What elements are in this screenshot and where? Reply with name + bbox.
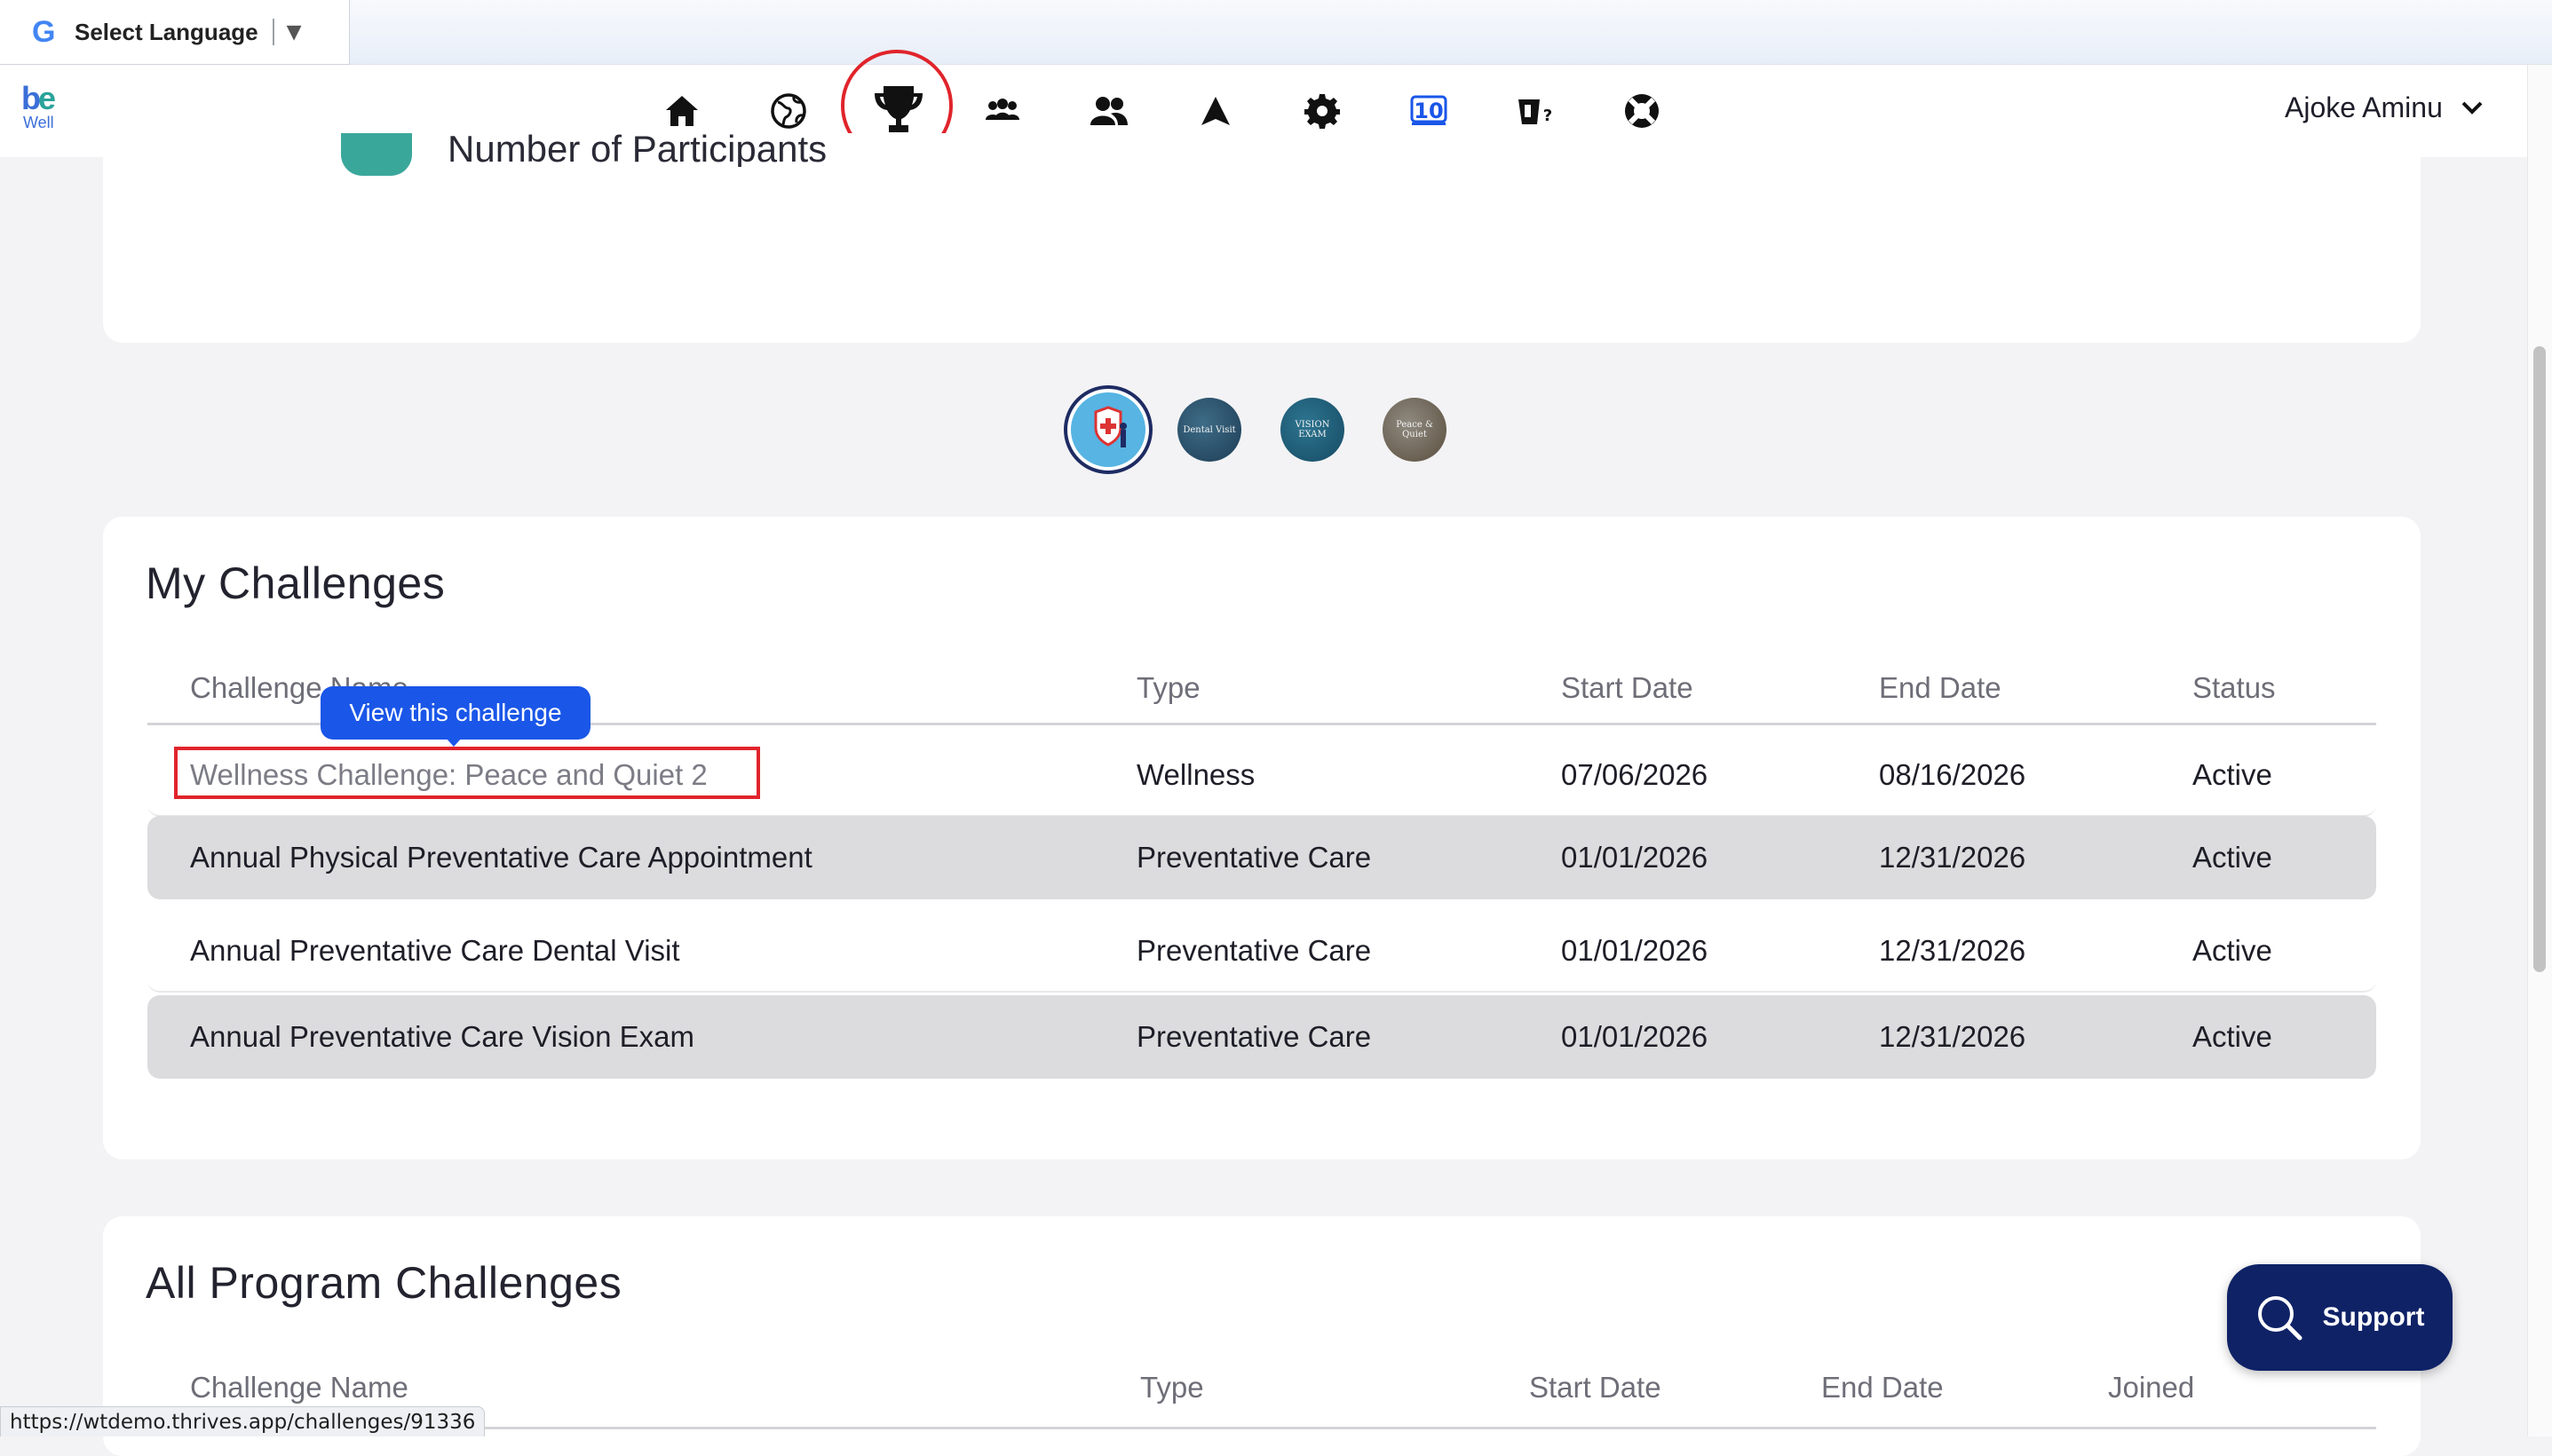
challenge-name-link[interactable]: Annual Preventative Care Vision Exam <box>190 995 694 1079</box>
challenge-type: Preventative Care <box>1137 1020 1372 1053</box>
challenge-end-date: 12/31/2026 <box>1879 934 2026 967</box>
health-shield-icon <box>1094 406 1127 447</box>
challenge-end-date: 12/31/2026 <box>1879 841 2026 874</box>
badge-label: Peace & Quiet <box>1396 420 1433 439</box>
column-header-start-date: Start Date <box>1529 1371 1661 1404</box>
challenge-status: Active <box>2192 758 2272 791</box>
bewell-logo[interactable]: be Well <box>21 83 67 141</box>
divider <box>272 19 274 45</box>
people-icon[interactable] <box>1084 86 1134 136</box>
support-label: Support <box>2322 1302 2425 1332</box>
support-button[interactable]: Support <box>2227 1264 2453 1371</box>
challenge-highlight-box <box>174 747 760 799</box>
gear-icon[interactable] <box>1297 86 1347 136</box>
challenge-type: Preventative Care <box>1137 841 1372 874</box>
table-row[interactable]: Annual Preventative Care Vision Exam Pre… <box>147 995 2376 1079</box>
dropdown-arrow-icon[interactable]: ▼ <box>287 21 302 44</box>
challenge-status: Active <box>2192 1020 2272 1053</box>
challenge-name-link[interactable]: Annual Preventative Care Dental Visit <box>190 909 680 993</box>
challenge-start-date: 01/01/2026 <box>1561 1020 1708 1053</box>
google-icon: G <box>32 14 56 49</box>
badge-health-shield[interactable] <box>1064 385 1153 474</box>
counter-10-icon[interactable]: 10 <box>1404 86 1454 136</box>
badge-label: Dental Visit <box>1183 424 1236 435</box>
language-select[interactable]: G Select Language ▼ <box>0 0 350 65</box>
challenge-name-link[interactable]: Annual Physical Preventative Care Appoin… <box>190 816 812 899</box>
language-select-label: Select Language <box>75 18 258 45</box>
badge-label: VISION EXAM <box>1295 420 1330 439</box>
logo-b: b <box>21 80 41 116</box>
challenge-type: Wellness <box>1137 758 1256 791</box>
status-bar-url: https://wtdemo.thrives.app/challenges/91… <box>0 1406 486 1436</box>
column-header-status: Status <box>2192 671 2276 704</box>
user-name: Ajoke Aminu <box>2285 91 2443 123</box>
svg-text:10: 10 <box>1414 99 1443 123</box>
column-header-start-date: Start Date <box>1561 671 1693 704</box>
challenge-end-date: 12/31/2026 <box>1879 1020 2026 1053</box>
groups-icon[interactable] <box>978 86 1027 136</box>
globe-icon[interactable] <box>764 86 813 136</box>
challenge-status: Active <box>2192 934 2272 967</box>
svg-text:?: ? <box>1543 107 1552 125</box>
participants-label: Number of Participants <box>448 131 828 167</box>
column-header-challenge-name: Challenge Name <box>190 1371 408 1404</box>
badge-dental-visit[interactable]: Dental Visit <box>1177 398 1241 462</box>
chevron-down-icon <box>2461 101 2483 115</box>
cup-question-icon[interactable]: ? <box>1510 86 1560 136</box>
challenge-start-date: 07/06/2026 <box>1561 758 1708 791</box>
badge-peace-quiet[interactable]: Peace & Quiet <box>1383 398 1446 462</box>
column-header-type: Type <box>1137 671 1201 704</box>
challenge-type: Preventative Care <box>1137 934 1372 967</box>
challenge-end-date: 08/16/2026 <box>1879 758 2026 791</box>
my-challenges-title: My Challenges <box>146 558 446 608</box>
column-header-end-date: End Date <box>1821 1371 1944 1404</box>
search-icon <box>2257 1296 2302 1341</box>
challenge-start-date: 01/01/2026 <box>1561 841 1708 874</box>
translate-bar: G Select Language ▼ <box>0 0 2552 65</box>
column-header-joined: Joined <box>2108 1371 2195 1404</box>
view-challenge-tooltip: View this challenge <box>321 686 590 740</box>
table-row[interactable]: Annual Preventative Care Dental Visit Pr… <box>147 909 2376 993</box>
home-icon[interactable] <box>657 86 707 136</box>
lifebuoy-icon[interactable] <box>1617 86 1667 136</box>
challenge-start-date: 01/01/2026 <box>1561 934 1708 967</box>
navigation-arrow-icon[interactable] <box>1191 86 1240 136</box>
challenge-status: Active <box>2192 841 2272 874</box>
column-header-type: Type <box>1140 1371 1204 1404</box>
all-challenges-title: All Program Challenges <box>146 1258 622 1308</box>
table-row[interactable]: Annual Physical Preventative Care Appoin… <box>147 816 2376 899</box>
column-header-end-date: End Date <box>1879 671 2001 704</box>
logo-e: e <box>38 80 56 116</box>
user-menu[interactable]: Ajoke Aminu <box>2285 83 2484 132</box>
participants-icon <box>341 133 412 176</box>
tooltip-pointer <box>446 738 462 747</box>
badge-vision-exam[interactable]: VISION EXAM <box>1280 398 1344 462</box>
scrollbar-thumb[interactable] <box>2533 346 2546 972</box>
logo-well: Well <box>23 114 54 131</box>
